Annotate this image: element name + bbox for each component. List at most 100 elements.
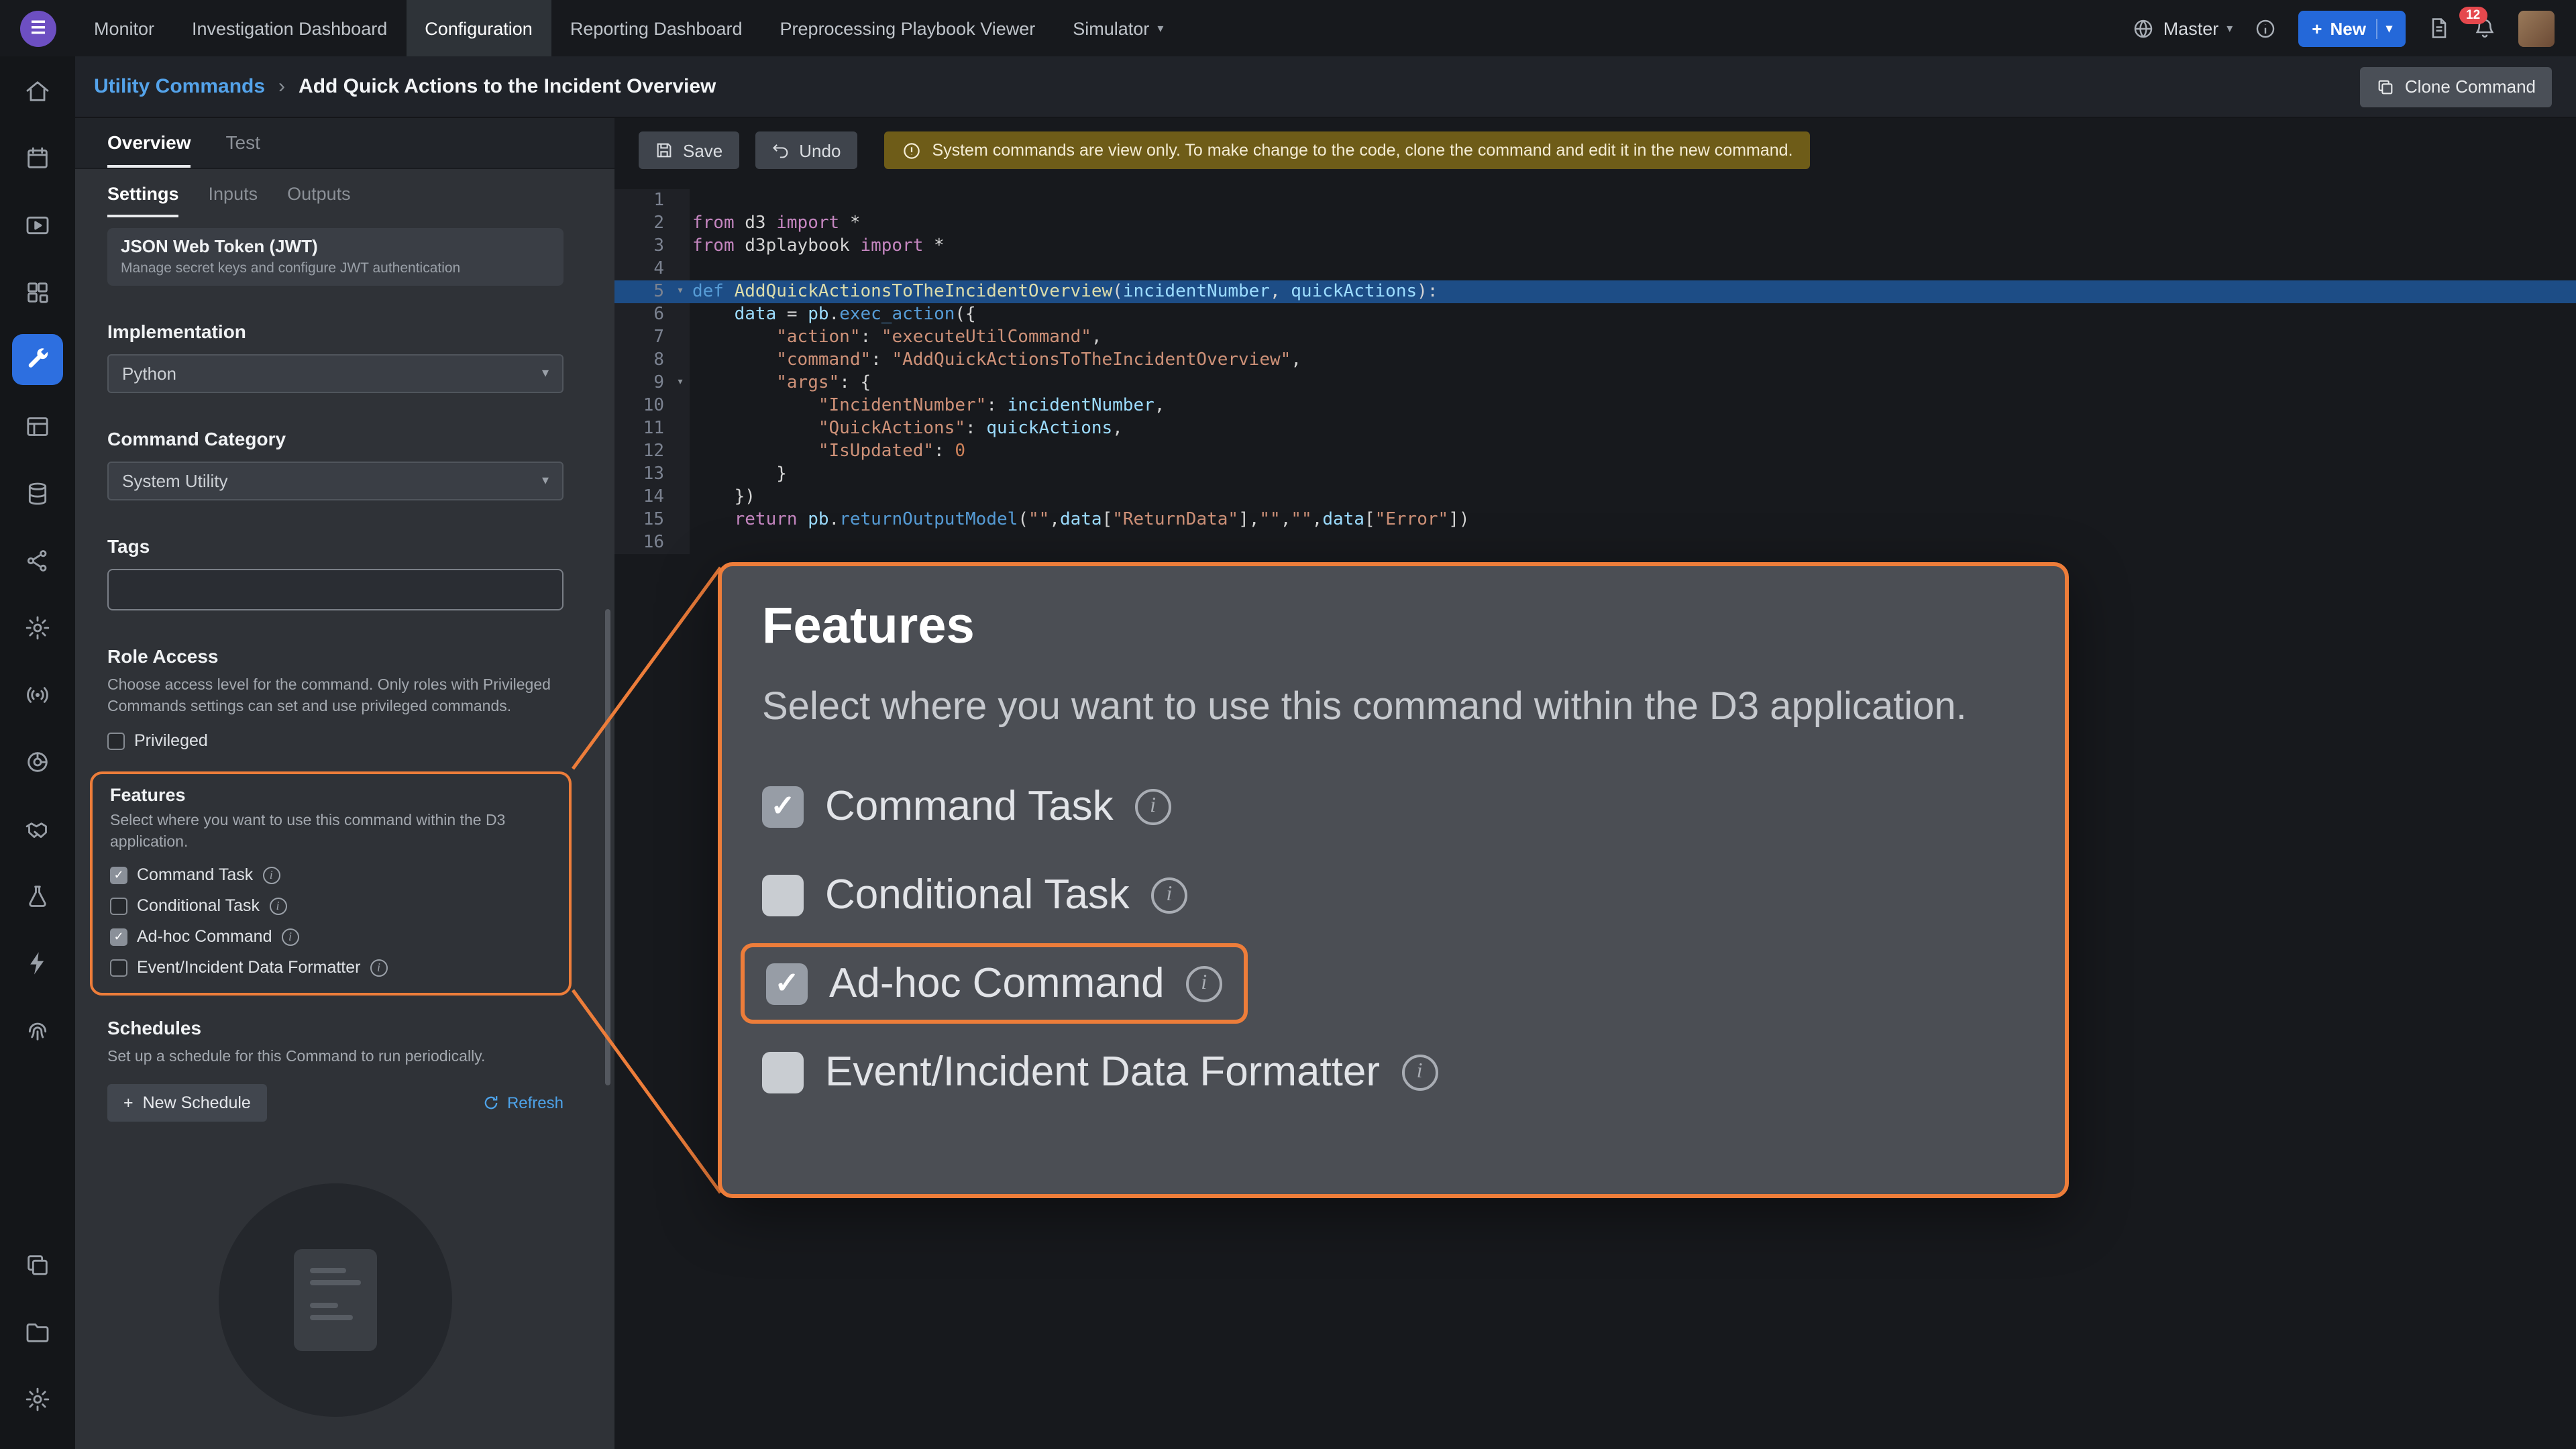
refresh-link[interactable]: Refresh [482, 1093, 564, 1112]
calendar-icon[interactable] [12, 133, 63, 184]
code-line[interactable]: 3from d3playbook import * [614, 235, 2576, 258]
nav-item-monitor[interactable]: Monitor [75, 0, 173, 56]
connections-icon[interactable] [12, 535, 63, 586]
undo-button[interactable]: Undo [755, 131, 857, 169]
panel-scrollbar[interactable] [605, 609, 610, 1085]
privileged-option[interactable]: Privileged [107, 731, 564, 750]
nav-item-investigation-dashboard[interactable]: Investigation Dashboard [173, 0, 406, 56]
feature-option-command-task[interactable]: ✓Command Taski [762, 762, 2025, 851]
clone-command-button[interactable]: Clone Command [2361, 66, 2552, 107]
code-line[interactable]: 13 } [614, 463, 2576, 486]
code-line[interactable]: 8 "command": "AddQuickActionsToTheIncide… [614, 349, 2576, 372]
feature-option-conditional-task[interactable]: Conditional Taski [762, 851, 2025, 939]
code-line[interactable]: 10 "IncidentNumber": incidentNumber, [614, 394, 2576, 417]
d3-logo-icon[interactable]: ☰ [20, 10, 56, 46]
fold-arrow-icon[interactable]: ▾ [671, 280, 690, 303]
avatar[interactable] [2518, 10, 2555, 46]
info-icon[interactable]: i [1135, 788, 1171, 824]
code-line[interactable]: 1 [614, 189, 2576, 212]
environment-selector[interactable]: Master ▾ [2133, 17, 2233, 40]
nav-item-configuration[interactable]: Configuration [406, 0, 551, 56]
tab-inputs[interactable]: Inputs [209, 184, 258, 217]
new-button[interactable]: + New ▾ [2298, 10, 2406, 46]
automation-gear-icon[interactable] [12, 602, 63, 653]
page-title: Add Quick Actions to the Incident Overvi… [299, 75, 716, 98]
home-icon[interactable] [12, 66, 63, 117]
info-icon[interactable]: i [262, 866, 280, 883]
checkbox[interactable]: ✓ [762, 786, 804, 827]
breadcrumb-parent-link[interactable]: Utility Commands [94, 75, 265, 98]
checkbox[interactable] [762, 874, 804, 916]
code-line[interactable]: 11 "QuickActions": quickActions, [614, 417, 2576, 440]
settings-gear-icon[interactable] [12, 1374, 63, 1425]
checkbox[interactable]: ✓ [110, 928, 127, 945]
checkbox[interactable] [110, 959, 127, 976]
code-line[interactable]: 5▾def AddQuickActionsToTheIncidentOvervi… [614, 280, 2576, 303]
notification-bell-icon[interactable]: 12 [2473, 16, 2497, 40]
command-category-select[interactable]: System Utility ▾ [107, 462, 564, 500]
schedules-description: Set up a schedule for this Command to ru… [107, 1046, 564, 1068]
lab-flask-icon[interactable] [12, 871, 63, 922]
feature-option-ad-hoc-command[interactable]: ✓Ad-hoc Commandi [110, 927, 551, 946]
feature-option-command-task[interactable]: ✓Command Taski [110, 865, 551, 884]
checkbox[interactable]: ✓ [110, 866, 127, 883]
reports-donut-icon[interactable] [12, 737, 63, 788]
info-icon[interactable]: i [269, 897, 286, 914]
feature-option-conditional-task[interactable]: Conditional Taski [110, 896, 551, 915]
tags-input[interactable] [107, 569, 564, 610]
code-line[interactable]: 6 data = pb.exec_action({ [614, 303, 2576, 326]
settings-panel: Overview Test Settings Inputs Outputs JS… [75, 118, 614, 1449]
code-line[interactable]: 16 [614, 531, 2576, 554]
info-icon[interactable] [2254, 17, 2277, 40]
feature-option-label: Event/Incident Data Formatter [825, 1048, 1380, 1096]
tab-test[interactable]: Test [226, 131, 260, 168]
nav-item-reporting-dashboard[interactable]: Reporting Dashboard [551, 0, 761, 56]
fingerprint-icon[interactable] [12, 1005, 63, 1056]
jwt-card[interactable]: JSON Web Token (JWT) Manage secret keys … [107, 228, 564, 286]
code-lines[interactable]: 12from d3 import *3from d3playbook impor… [614, 181, 2576, 554]
copy-windows-icon[interactable] [12, 1240, 63, 1291]
feature-option-ad-hoc-command[interactable]: ✓Ad-hoc Commandi [741, 943, 1248, 1024]
code-line[interactable]: 7 "action": "executeUtilCommand", [614, 326, 2576, 349]
info-icon[interactable]: i [370, 959, 388, 976]
code-line[interactable]: 2from d3 import * [614, 212, 2576, 235]
implementation-select[interactable]: Python ▾ [107, 354, 564, 393]
checkbox[interactable] [110, 897, 127, 914]
utility-commands-icon[interactable] [12, 334, 63, 385]
integrations-icon[interactable] [12, 267, 63, 318]
triggers-bolt-icon[interactable] [12, 938, 63, 989]
tab-outputs[interactable]: Outputs [287, 184, 351, 217]
signal-icon[interactable] [12, 669, 63, 720]
tab-overview[interactable]: Overview [107, 131, 191, 168]
checkbox[interactable] [762, 1051, 804, 1093]
feature-option-event-incident-data-formatter[interactable]: Event/Incident Data Formatteri [110, 958, 551, 977]
new-schedule-button[interactable]: + New Schedule [107, 1084, 267, 1122]
fold-arrow-icon[interactable]: ▾ [671, 372, 690, 394]
code-line[interactable]: 14 }) [614, 486, 2576, 508]
document-icon[interactable] [2427, 16, 2451, 40]
info-icon[interactable]: i [1151, 877, 1187, 913]
playbook-icon[interactable] [12, 200, 63, 251]
code-line[interactable]: 4 [614, 258, 2576, 280]
nav-item-preprocessing-playbook-viewer[interactable]: Preprocessing Playbook Viewer [761, 0, 1055, 56]
code-line[interactable]: 12 "IsUpdated": 0 [614, 440, 2576, 463]
apps-window-icon[interactable] [12, 401, 63, 452]
feature-option-event-incident-data-formatter[interactable]: Event/Incident Data Formatter i [762, 1028, 2025, 1116]
fold-gutter [671, 189, 690, 212]
info-icon[interactable]: i [282, 928, 299, 945]
save-button[interactable]: Save [639, 131, 739, 169]
privileged-checkbox[interactable] [107, 732, 125, 749]
info-icon[interactable]: i [1186, 965, 1222, 1002]
nav-item-simulator[interactable]: Simulator▾ [1054, 0, 1182, 56]
clone-icon [2377, 77, 2396, 96]
chevron-down-icon: ▾ [542, 366, 549, 381]
handshake-icon[interactable] [12, 804, 63, 855]
folder-icon[interactable] [12, 1307, 63, 1358]
info-icon[interactable]: i [1401, 1054, 1438, 1090]
tab-settings[interactable]: Settings [107, 184, 179, 217]
code-line[interactable]: 15 return pb.returnOutputModel("",data["… [614, 508, 2576, 531]
nav-right-cluster: Master ▾ + New ▾ 12 [2133, 10, 2576, 46]
code-line[interactable]: 9▾ "args": { [614, 372, 2576, 394]
checkbox[interactable]: ✓ [766, 963, 808, 1004]
database-icon[interactable] [12, 468, 63, 519]
